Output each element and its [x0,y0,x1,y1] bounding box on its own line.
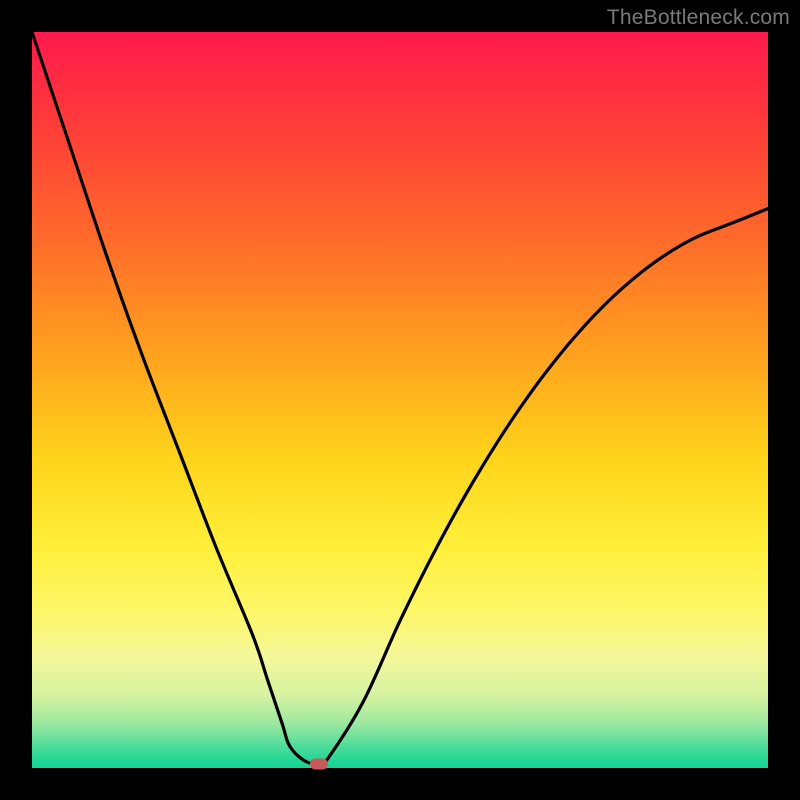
plot-area [32,32,768,768]
minimum-marker [310,759,328,770]
bottleneck-curve [32,32,768,768]
chart-frame: TheBottleneck.com [0,0,800,800]
attribution-text: TheBottleneck.com [607,6,790,30]
